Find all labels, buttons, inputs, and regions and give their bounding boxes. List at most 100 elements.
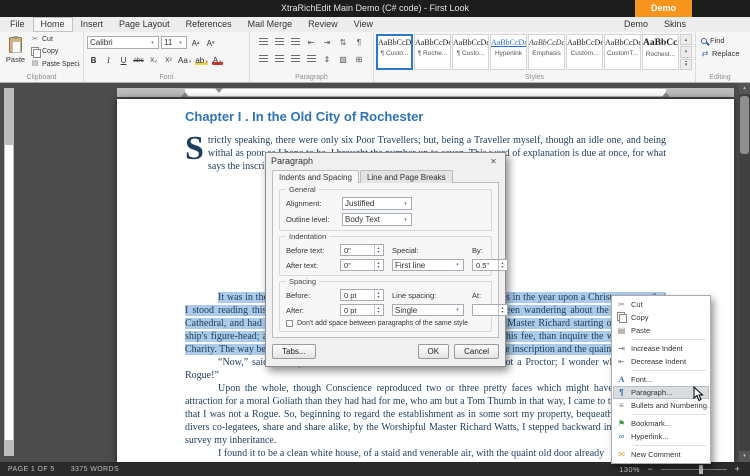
spacing-before-spinner[interactable]: 0 pt <box>340 289 384 301</box>
highlight-color-button[interactable]: ab <box>194 53 208 66</box>
tab-skins[interactable]: Skins <box>656 17 694 32</box>
vertical-scrollbar[interactable] <box>739 83 750 462</box>
paragraph-5[interactable]: I found it to be a clean white house, of… <box>185 447 666 460</box>
spinner-arrows-icon[interactable] <box>374 260 382 270</box>
align-right-icon[interactable] <box>288 53 302 66</box>
right-indent-marker[interactable] <box>662 92 670 97</box>
increase-indent-icon[interactable]: ⇥ <box>320 36 334 49</box>
spinner-arrows-icon[interactable] <box>374 305 382 315</box>
paste-button[interactable]: Paste <box>3 34 28 72</box>
outline-level-select[interactable]: Body Text <box>342 213 412 226</box>
scroll-down-icon[interactable] <box>739 451 750 462</box>
cancel-button[interactable]: Cancel <box>454 344 499 359</box>
tab-home[interactable]: Home <box>32 17 73 32</box>
special-select[interactable]: First line <box>392 259 464 271</box>
tab-references[interactable]: References <box>178 17 240 32</box>
style-item[interactable]: AaBbCcDdE ¶ Custo... <box>376 34 413 70</box>
zoom-slider-thumb[interactable] <box>699 464 703 474</box>
scroll-up-icon[interactable] <box>739 83 750 94</box>
by-spinner[interactable]: 0.5" <box>472 259 508 271</box>
alignment-select[interactable]: Justified <box>342 197 412 210</box>
menu-item-paste[interactable]: ▤ Paste <box>613 324 709 337</box>
replace-button[interactable]: Replace <box>699 47 741 60</box>
menu-item-font[interactable]: A Font... <box>613 373 709 386</box>
menu-item-increase-indent[interactable]: ⇥ Increase Indent <box>613 342 709 355</box>
spinner-arrows-icon[interactable] <box>374 245 382 255</box>
align-center-icon[interactable] <box>272 53 286 66</box>
zoom-slider[interactable] <box>661 464 727 475</box>
same-style-checkbox[interactable] <box>286 320 293 327</box>
bold-button[interactable]: B <box>87 53 100 66</box>
numbering-icon[interactable] <box>272 36 286 49</box>
dialog-tab-indents-and-spacing[interactable]: Indents and Spacing <box>272 170 359 183</box>
demo-badge[interactable]: Demo <box>634 0 692 17</box>
style-item[interactable]: AaBbCcDdE CustomT... <box>604 34 641 70</box>
left-indent-marker[interactable] <box>181 92 189 97</box>
after-text-spinner[interactable]: 0" <box>340 259 384 271</box>
tab-mail-merge[interactable]: Mail Merge <box>240 17 301 32</box>
document-heading[interactable]: Chapter I . In the Old City of Rochester <box>185 109 666 127</box>
show-marks-icon[interactable]: ¶ <box>352 36 366 49</box>
spacing-after-spinner[interactable]: 0 pt <box>340 304 384 316</box>
tabs-button[interactable]: Tabs... <box>272 344 316 359</box>
vertical-ruler[interactable] <box>4 88 14 456</box>
find-button[interactable]: Find <box>699 34 741 47</box>
font-color-button[interactable]: A <box>211 53 224 66</box>
paste-special-button[interactable]: ▤ Paste Special <box>30 59 80 70</box>
tab-demo[interactable]: Demo <box>616 17 656 32</box>
menu-item-hyperlink[interactable]: ∞ Hyperlink... <box>613 430 709 443</box>
subscript-button[interactable]: X₂ <box>147 53 160 66</box>
style-item[interactable]: AaBbCcDdE Custom... <box>566 34 603 70</box>
italic-button[interactable]: I <box>102 53 115 66</box>
first-line-indent-marker[interactable] <box>215 88 223 93</box>
style-item[interactable]: AaBbCcDd Hyperlink <box>490 34 527 70</box>
cut-button[interactable]: ✂ Cut <box>30 34 80 45</box>
borders-icon[interactable]: ⊞ <box>352 53 366 66</box>
sort-icon[interactable]: ⇅ <box>336 36 350 49</box>
font-size-select[interactable]: 11 <box>161 36 187 49</box>
align-left-icon[interactable] <box>256 53 270 66</box>
spinner-arrows-icon[interactable] <box>498 260 506 270</box>
style-item[interactable]: AaBbCcDdE ¶ Roche... <box>414 34 451 70</box>
dialog-close-icon[interactable] <box>487 155 500 167</box>
font-name-select[interactable]: Calibri <box>87 36 159 49</box>
menu-item-bookmark[interactable]: ⚑ Bookmark... <box>613 417 709 430</box>
tab-review[interactable]: Review <box>300 17 346 32</box>
superscript-button[interactable]: X² <box>162 53 175 66</box>
gallery-up-button[interactable] <box>680 34 692 46</box>
menu-item-decrease-indent[interactable]: ⇤ Decrease Indent <box>613 355 709 368</box>
gallery-down-button[interactable] <box>680 46 692 58</box>
style-item[interactable]: AaBbCcDdE ¶ Custo... <box>452 34 489 70</box>
shrink-font-button[interactable]: A <box>204 36 217 49</box>
horizontal-ruler[interactable] <box>117 88 734 97</box>
spinner-arrows-icon[interactable] <box>498 305 506 315</box>
multilevel-list-icon[interactable] <box>288 36 302 49</box>
zoom-out-button[interactable] <box>646 463 655 475</box>
decrease-indent-icon[interactable]: ⇤ <box>304 36 318 49</box>
tab-insert[interactable]: Insert <box>73 17 112 32</box>
gallery-more-button[interactable] <box>680 58 692 70</box>
tab-view[interactable]: View <box>346 17 381 32</box>
paragraph-4[interactable]: Upon the whole, though Conscience reprod… <box>185 382 666 447</box>
align-justify-icon[interactable] <box>304 53 318 66</box>
menu-item-copy[interactable]: Copy <box>613 311 709 324</box>
change-case-button[interactable]: Aa <box>177 53 192 66</box>
bullets-icon[interactable] <box>256 36 270 49</box>
underline-button[interactable]: U <box>117 53 130 66</box>
tab-page-layout[interactable]: Page Layout <box>111 17 178 32</box>
copy-button[interactable]: Copy <box>30 46 80 58</box>
tab-file[interactable]: File <box>2 17 33 32</box>
line-spacing-select[interactable]: Single <box>392 304 464 316</box>
style-item[interactable]: AaBbCcD Rochest... <box>642 34 679 70</box>
at-spinner[interactable] <box>472 304 508 316</box>
zoom-in-button[interactable] <box>733 463 742 475</box>
scrollbar-thumb[interactable] <box>740 96 749 154</box>
ok-button[interactable]: OK <box>417 344 450 359</box>
strikethrough-button[interactable]: abc <box>132 53 145 66</box>
grow-font-button[interactable]: A <box>189 36 202 49</box>
menu-item-new-comment[interactable]: ✉ New Comment <box>613 448 709 461</box>
line-spacing-icon[interactable]: ⇕ <box>320 53 334 66</box>
shading-icon[interactable]: ▨ <box>336 53 350 66</box>
spinner-arrows-icon[interactable] <box>374 290 382 300</box>
style-item[interactable]: AaBbCcDd Emphasis <box>528 34 565 70</box>
